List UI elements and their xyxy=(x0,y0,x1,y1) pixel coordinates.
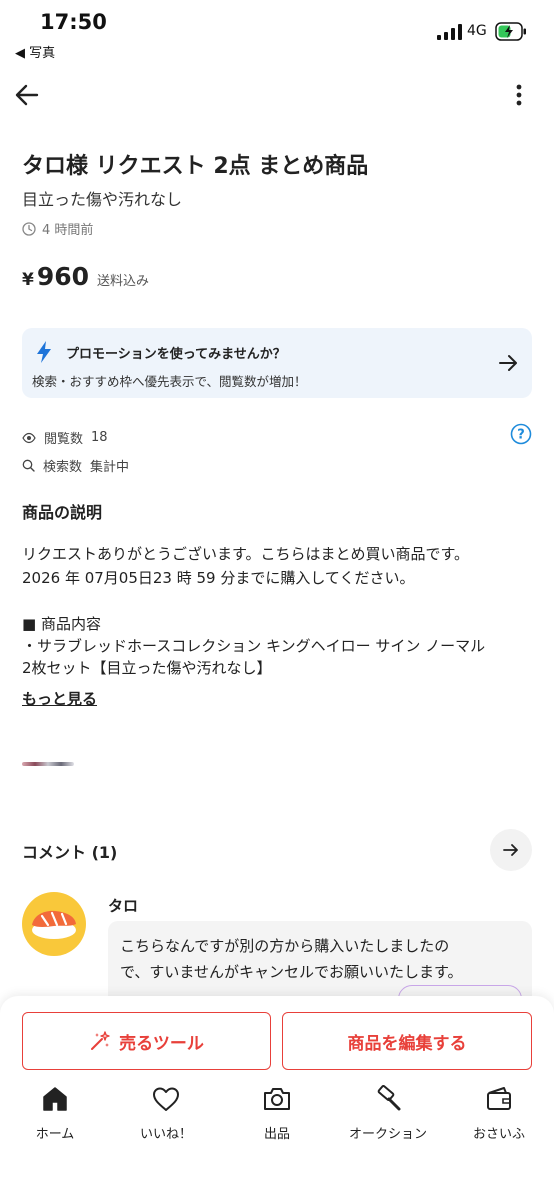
sell-tools-button[interactable]: 売るツール xyxy=(22,1012,271,1070)
edit-item-button[interactable]: 商品を編集する xyxy=(282,1012,532,1070)
comments-heading: コメント (1) xyxy=(22,843,118,862)
more-options-icon[interactable] xyxy=(506,80,532,110)
view-count-value: 18 xyxy=(91,430,108,445)
price: ¥ 960 送料込み xyxy=(22,262,149,291)
magic-wand-icon xyxy=(91,1031,110,1050)
view-count-label: 閲覧数 xyxy=(44,432,84,447)
tab-label: おさいふ xyxy=(472,1127,525,1142)
tab-likes[interactable]: いいね！ xyxy=(116,1084,216,1154)
tab-home[interactable]: ホーム xyxy=(5,1084,105,1154)
comment-line: で、すいませんがキャンセルでお願いいたします。 xyxy=(120,963,463,981)
svg-text:?: ? xyxy=(517,428,525,443)
price-value: 960 xyxy=(36,262,90,291)
description-line: ■ 商品内容 xyxy=(22,615,101,633)
network-type: 4G xyxy=(467,23,487,39)
posted-time: 4 時間前 xyxy=(22,219,93,238)
search-count-label: 検索数 xyxy=(43,460,83,475)
tab-auction[interactable]: オークション xyxy=(338,1084,438,1154)
description-line: リクエストありがとうございます。こちらはまとめ買い商品です。 xyxy=(22,545,470,563)
promotion-subtitle: 検索・おすすめ枠へ優先表示で、閲覧数が増加！ xyxy=(32,374,307,389)
comments-arrow-button[interactable] xyxy=(490,829,532,871)
show-more-link[interactable]: もっと見る xyxy=(22,688,97,709)
description-line: 2枚セット【目立った傷や汚れなし】 xyxy=(22,659,272,677)
currency-symbol: ¥ xyxy=(22,270,34,290)
help-icon[interactable]: ? xyxy=(510,423,532,445)
description-line: 2026 年 07月05日23 時 59 分までに購入してください。 xyxy=(22,569,415,587)
promotion-title: プロモーションを使ってみませんか？ xyxy=(66,347,286,362)
commenter-name[interactable]: タロ xyxy=(108,895,138,916)
comment-text: こちらなんですが別の方から購入いたしましたの で、すいませんがキャンセルでお願い… xyxy=(120,933,462,985)
tab-wallet[interactable]: おさいふ xyxy=(449,1084,549,1154)
gavel-icon xyxy=(377,1085,401,1111)
tab-label: 出品 xyxy=(263,1127,290,1142)
lightning-icon xyxy=(37,341,51,363)
bottom-bar: 売るツール 商品を編集する ホーム いいね！ 出品 オークション おさいふ xyxy=(0,996,554,1200)
posted-time-text: 4 時間前 xyxy=(42,223,94,238)
description-line: ・サラブレッドホースコレクション キングヘイロー サイン ノーマル xyxy=(22,637,486,655)
camera-icon xyxy=(264,1088,290,1110)
tab-label: ホーム xyxy=(35,1127,75,1142)
arrow-right-icon[interactable] xyxy=(496,351,520,375)
eye-icon xyxy=(22,432,36,443)
avatar[interactable] xyxy=(22,892,86,956)
product-title: タロ様 リクエスト 2点 まとめ商品 xyxy=(22,154,369,179)
search-count: 検索数 集計中 xyxy=(22,456,129,475)
signal-icon xyxy=(437,24,462,40)
heart-icon xyxy=(153,1087,179,1111)
arrow-right-icon xyxy=(503,844,518,856)
product-condition: 目立った傷や汚れなし xyxy=(22,190,183,209)
description-heading: 商品の説明 xyxy=(22,503,103,522)
home-icon xyxy=(43,1087,67,1111)
sushi-avatar-icon xyxy=(32,910,76,939)
tab-listing[interactable]: 出品 xyxy=(227,1084,327,1154)
status-time: 17:50 xyxy=(40,10,107,34)
battery-icon xyxy=(495,22,526,41)
edit-item-label: 商品を編集する xyxy=(347,1033,467,1054)
view-count: 閲覧数 18 xyxy=(22,428,108,447)
product-image-thumbnail[interactable] xyxy=(22,762,74,766)
status-bar: 17:50 ◀ 写真 4G xyxy=(0,0,554,64)
tab-label: オークション xyxy=(348,1127,427,1142)
sell-tools-label: 売るツール xyxy=(119,1033,204,1054)
wallet-icon xyxy=(487,1087,511,1110)
back-arrow-icon[interactable] xyxy=(12,80,42,110)
clock-icon xyxy=(22,221,36,236)
search-count-value: 集計中 xyxy=(90,460,130,475)
shipping-info: 送料込み xyxy=(97,274,150,289)
search-icon xyxy=(22,459,35,472)
back-to-app-link[interactable]: ◀ 写真 xyxy=(15,42,55,61)
promotion-banner[interactable]: プロモーションを使ってみませんか？ 検索・おすすめ枠へ優先表示で、閲覧数が増加！ xyxy=(22,328,532,398)
tab-label: いいね！ xyxy=(139,1127,192,1142)
comment-line: こちらなんですが別の方から購入いたしましたの xyxy=(120,937,450,955)
